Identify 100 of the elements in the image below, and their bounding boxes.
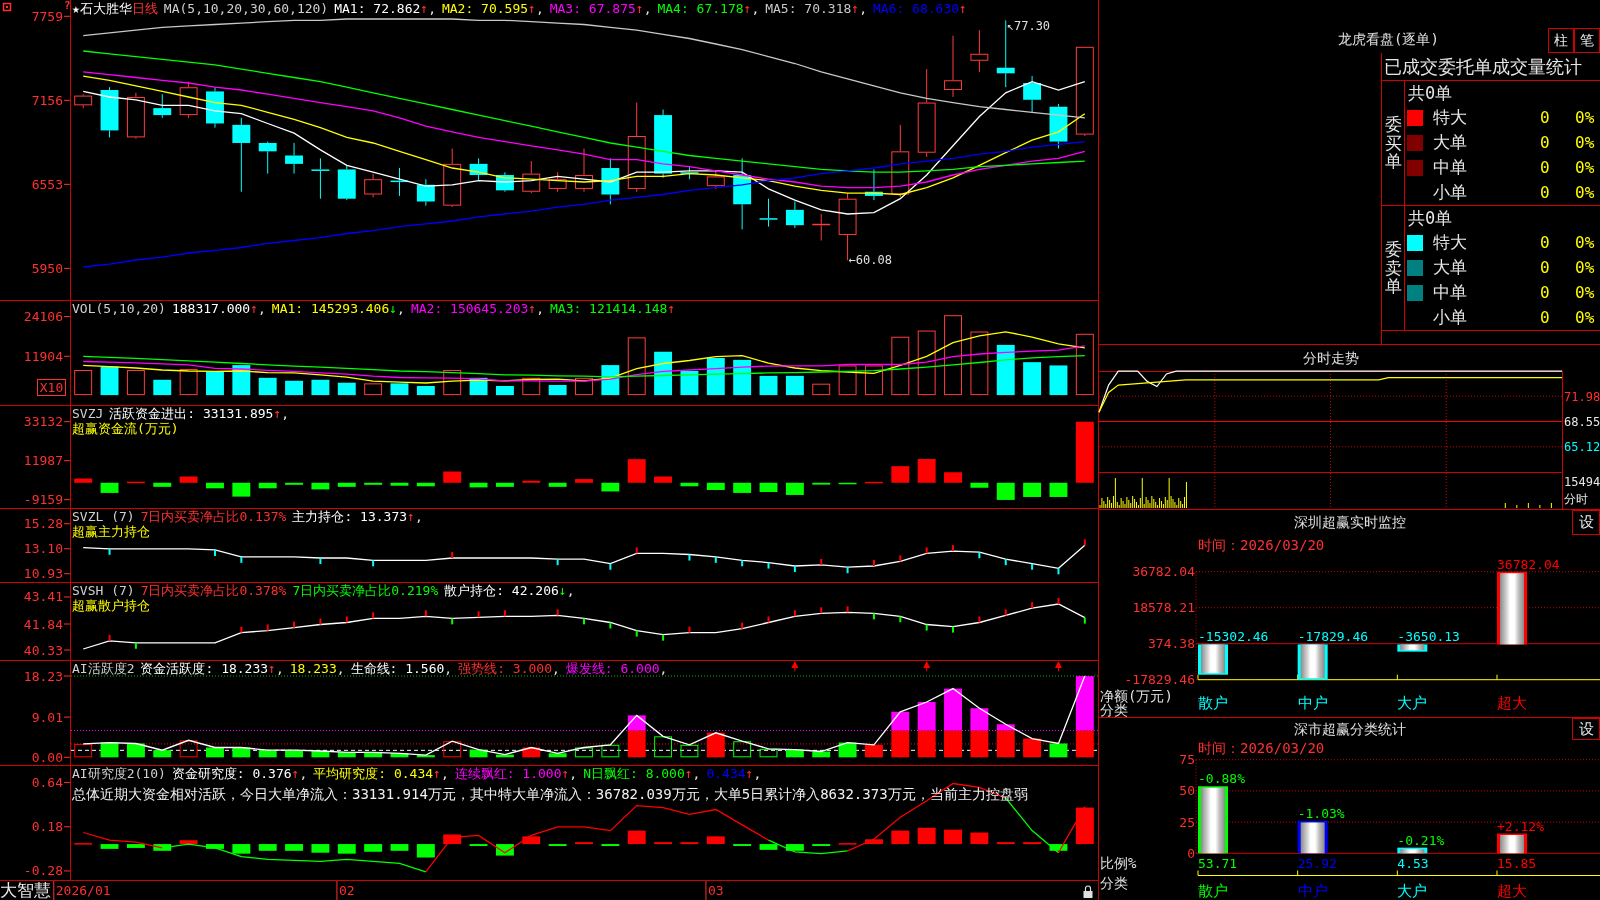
order-count: 0 <box>1540 258 1550 277</box>
legend-value: VOL(5,10,20) <box>72 301 166 316</box>
y-axis-label: 11987 <box>23 453 63 469</box>
chart-title: 深圳超赢实时监控 <box>1293 514 1406 530</box>
axis-title: 分类 <box>1100 875 1128 891</box>
value-label: 53.71 <box>1198 856 1238 871</box>
order-count: 0 <box>1540 133 1550 152</box>
legend-value: 强势线: 3.000, <box>458 661 560 676</box>
order-share: 0% <box>1575 158 1595 177</box>
indicator-caption: 超赢资金流(万元) <box>72 421 179 436</box>
category-label: 大户 <box>1397 694 1428 712</box>
y-axis-label: -17829.46 <box>1124 672 1195 688</box>
stock-title: ★石大胜华日线 <box>72 1 158 16</box>
legend-value: MA5: 70.318↑, <box>765 1 867 16</box>
change-label: -0.88% <box>1198 771 1245 787</box>
y-axis-label: 11904 <box>23 348 63 364</box>
axis-title: 比例% <box>1100 855 1137 871</box>
y-axis-label: 71.98 <box>1564 389 1600 404</box>
change-label: -0.21% <box>1397 832 1445 848</box>
value-label: -17829.46 <box>1297 629 1369 645</box>
value-label: 4.53 <box>1397 856 1429 871</box>
legend-value: 188317.000↑, <box>171 301 266 316</box>
category-label: 超大 <box>1497 694 1527 712</box>
value-label: -15302.46 <box>1198 629 1269 645</box>
timestamp: 时间：2026/03/20 <box>1198 537 1325 553</box>
y-axis-label: 50 <box>1179 783 1195 799</box>
y-axis-label: 7759 <box>31 8 63 24</box>
y-axis-label: 25 <box>1179 814 1195 830</box>
order-size-label: 小单 <box>1433 181 1467 204</box>
y-axis-label: 33132 <box>23 414 63 430</box>
order-share: 0% <box>1575 283 1595 302</box>
indicator-caption: 超赢主力持仓 <box>72 524 150 539</box>
order-size-label: 小单 <box>1433 306 1467 329</box>
y-axis-label: 43.41 <box>23 589 63 605</box>
y-axis-label: 24106 <box>23 309 63 324</box>
legend-value: 资金活跃度: 18.233↑, <box>140 661 284 676</box>
y-axis-label: 40.33 <box>23 642 63 658</box>
y-axis-label: 18.23 <box>23 668 63 684</box>
order-share: 0% <box>1575 183 1595 202</box>
legend-value: MA3: 67.875↑, <box>549 1 652 16</box>
group-label: 委卖单 <box>1384 239 1402 297</box>
legend-value: 18.233, <box>289 661 345 676</box>
chart-title: 分时走势 <box>1302 350 1359 366</box>
date-axis-label: 02 <box>338 883 355 898</box>
order-size-label: 大单 <box>1433 256 1467 279</box>
order-count: 0 <box>1540 308 1550 327</box>
date-axis-label: 03 <box>707 883 724 898</box>
legend-value: MA2: 150645.203↑, <box>410 301 544 316</box>
change-label: -1.03% <box>1297 805 1345 821</box>
category-label: 中户 <box>1297 694 1328 712</box>
order-count: 0 <box>1540 283 1550 302</box>
table-title: 已成交委托单成交量统计 <box>1384 56 1582 77</box>
legend-value: 0.434↑, <box>706 766 762 781</box>
y-axis-label: 18578.21 <box>1132 600 1195 616</box>
y-axis-label: 0.00 <box>31 749 63 765</box>
y-axis-label: 9.01 <box>31 709 63 725</box>
value-label: 36782.04 <box>1497 556 1560 572</box>
legend-value: 主力持仓: 13.373↑, <box>292 509 423 524</box>
legend-value: 平均研究度: 0.434↑, <box>313 766 449 781</box>
order-count: 0 <box>1540 158 1550 177</box>
order-share: 0% <box>1575 233 1595 252</box>
legend-value: 7日内买卖净占比0.219% <box>292 583 439 598</box>
legend-value: MA3: 121414.148↑ <box>550 301 676 316</box>
legend-value: MA2: 70.595↑, <box>441 1 544 16</box>
y-axis-label: -0.28 <box>23 863 63 879</box>
y-axis-label: 10.93 <box>23 566 63 582</box>
legend-value: 7日内买卖净占比0.137% <box>140 509 287 524</box>
y-axis-label: 0 <box>1187 845 1195 861</box>
legend-value: SVZL (7) <box>72 509 135 524</box>
category-label: 超大 <box>1497 882 1527 900</box>
legend-value: AI活跃度2 <box>72 661 135 676</box>
legend-value: MA6: 68.630↑ <box>872 1 967 16</box>
order-share: 0% <box>1575 308 1595 327</box>
category-label: 中户 <box>1297 882 1328 900</box>
order-total: 共0单 <box>1408 83 1453 103</box>
y-axis-label: 36782.04 <box>1132 564 1195 580</box>
legend-value: MA4: 67.178↑, <box>657 1 760 16</box>
axis-title: 净额(万元) <box>1100 688 1173 704</box>
legend-value: N日飘红: 8.000↑, <box>583 766 701 781</box>
y-axis-label: 7156 <box>31 92 63 108</box>
y-axis-label: 0.64 <box>31 775 63 791</box>
order-size-label: 特大 <box>1433 231 1467 254</box>
category-label: 散户 <box>1198 882 1228 900</box>
y-axis-label: 374.38 <box>1148 636 1195 652</box>
order-size-label: 大单 <box>1433 131 1467 154</box>
y-axis-label: 6553 <box>31 176 63 192</box>
category-label: 大户 <box>1397 882 1428 900</box>
legend-value: MA1: 145293.406↓, <box>271 301 405 316</box>
chart-title: 深市超赢分类统计 <box>1293 721 1406 737</box>
order-count: 0 <box>1540 233 1550 252</box>
y-axis-label: -9159 <box>23 492 63 508</box>
y-axis-label: 75 <box>1179 752 1195 768</box>
y-axis-label: 0.18 <box>31 819 63 835</box>
legend-value: 7日内买卖净占比0.378% <box>140 583 287 598</box>
order-share: 0% <box>1575 258 1595 277</box>
timestamp: 时间：2026/03/20 <box>1198 740 1325 756</box>
legend-value: 资金研究度: 0.376↑, <box>171 766 308 781</box>
legend-value: SVSH (7) <box>72 583 135 598</box>
brand-name: 大智慧 <box>0 880 51 900</box>
order-size-label: 中单 <box>1433 156 1467 179</box>
